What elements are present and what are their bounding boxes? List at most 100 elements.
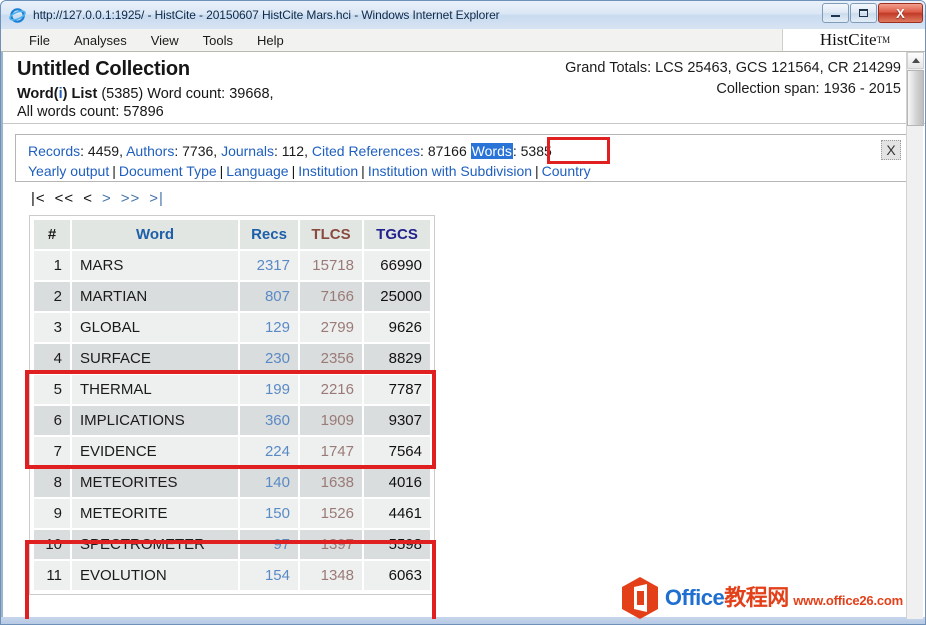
pager-next[interactable]: > <box>102 190 121 207</box>
word-list-table: # Word Recs TLCS TGCS 1 MARS 2317 15718 6699… <box>32 218 432 592</box>
cell-rank: 11 <box>34 561 70 590</box>
link-language[interactable]: Language <box>226 163 288 179</box>
cell-word[interactable]: SURFACE <box>72 344 238 373</box>
menu-bar: File Analyses View Tools Help HistCite TM <box>1 29 925 52</box>
table-row[interactable]: 2 MARTIAN 807 7166 25000 <box>34 282 430 311</box>
link-institution-with-subdivision[interactable]: Institution with Subdivision <box>368 163 532 179</box>
cell-rank: 4 <box>34 344 70 373</box>
table-row[interactable]: 9 METEORITE 150 1526 4461 <box>34 499 430 528</box>
menu-item-tools[interactable]: Tools <box>191 31 245 50</box>
table-header-row: # Word Recs TLCS TGCS <box>34 220 430 249</box>
word-list-suffix: ) List <box>62 86 98 102</box>
close-window-button[interactable]: X <box>878 3 923 23</box>
page-header: Untitled Collection Word(i) List (5385) … <box>3 52 925 124</box>
cell-word[interactable]: GLOBAL <box>72 313 238 342</box>
link-document-type[interactable]: Document Type <box>119 163 217 179</box>
scrollbar-thumb[interactable] <box>907 70 924 126</box>
cell-word[interactable]: MARS <box>72 251 238 280</box>
grand-totals-block: Grand Totals: LCS 25463, GCS 121564, CR … <box>565 58 901 100</box>
pager-prev-block[interactable]: << <box>55 190 84 207</box>
records-label[interactable]: Records <box>28 143 80 159</box>
words-value: 5385 <box>520 143 552 159</box>
cell-tlcs: 7166 <box>300 282 362 311</box>
cell-recs[interactable]: 2317 <box>240 251 298 280</box>
cell-tlcs: 1638 <box>300 468 362 497</box>
vertical-scrollbar[interactable] <box>906 52 924 619</box>
journals-value: 112, <box>281 143 308 159</box>
cell-word[interactable]: SPECTROMETER <box>72 530 238 559</box>
table-row[interactable]: 4 SURFACE 230 2356 8829 <box>34 344 430 373</box>
table-row[interactable]: 11 EVOLUTION 154 1348 6063 <box>34 561 430 590</box>
cell-rank: 6 <box>34 406 70 435</box>
minimize-button[interactable] <box>822 3 849 23</box>
window-controls: X <box>822 3 923 23</box>
pager-next-block[interactable]: >> <box>121 190 150 207</box>
cell-recs[interactable]: 154 <box>240 561 298 590</box>
authors-label[interactable]: Authors <box>126 143 174 159</box>
cell-word[interactable]: METEORITES <box>72 468 238 497</box>
cell-recs[interactable]: 230 <box>240 344 298 373</box>
cell-recs[interactable]: 97 <box>240 530 298 559</box>
cell-rank: 3 <box>34 313 70 342</box>
table-row[interactable]: 7 EVIDENCE 224 1747 7564 <box>34 437 430 466</box>
cell-tgcs: 9626 <box>364 313 430 342</box>
column-header-recs[interactable]: Recs <box>240 220 298 249</box>
menu-item-view[interactable]: View <box>139 31 191 50</box>
statistics-panel: Records: 4459, Authors: 7736, Journals: … <box>15 134 909 182</box>
window-bottom-chrome <box>1 617 925 624</box>
menu-item-file[interactable]: File <box>17 31 62 50</box>
cell-word[interactable]: EVOLUTION <box>72 561 238 590</box>
table-row[interactable]: 5 THERMAL 199 2216 7787 <box>34 375 430 404</box>
table-row[interactable]: 1 MARS 2317 15718 66990 <box>34 251 430 280</box>
maximize-button[interactable] <box>850 3 877 23</box>
cell-tgcs: 9307 <box>364 406 430 435</box>
column-header-rank[interactable]: # <box>34 220 70 249</box>
scroll-up-button[interactable] <box>907 52 924 69</box>
pager-first[interactable]: |< <box>31 190 55 207</box>
cell-word[interactable]: IMPLICATIONS <box>72 406 238 435</box>
table-row[interactable]: 10 SPECTROMETER 97 1397 5598 <box>34 530 430 559</box>
table-row[interactable]: 8 METEORITES 140 1638 4016 <box>34 468 430 497</box>
collection-span: Collection span: 1936 - 2015 <box>716 81 901 98</box>
table-row[interactable]: 6 IMPLICATIONS 360 1909 9307 <box>34 406 430 435</box>
cell-rank: 7 <box>34 437 70 466</box>
cell-recs[interactable]: 129 <box>240 313 298 342</box>
window-title: http://127.0.0.1:1925/ - HistCite - 2015… <box>33 8 500 22</box>
cell-word[interactable]: METEORITE <box>72 499 238 528</box>
cell-recs[interactable]: 150 <box>240 499 298 528</box>
menu-item-analyses[interactable]: Analyses <box>62 31 139 50</box>
pager-last[interactable]: >| <box>149 190 173 207</box>
cell-recs[interactable]: 807 <box>240 282 298 311</box>
cell-word[interactable]: EVIDENCE <box>72 437 238 466</box>
cell-recs[interactable]: 224 <box>240 437 298 466</box>
cell-recs[interactable]: 360 <box>240 406 298 435</box>
column-header-tlcs[interactable]: TLCS <box>300 220 362 249</box>
words-label[interactable]: Words <box>470 143 513 159</box>
link-country[interactable]: Country <box>542 163 591 179</box>
cell-tgcs: 25000 <box>364 282 430 311</box>
column-header-word[interactable]: Word <box>72 220 238 249</box>
link-yearly-output[interactable]: Yearly output <box>28 163 109 179</box>
cell-tgcs: 6063 <box>364 561 430 590</box>
cell-tgcs: 66990 <box>364 251 430 280</box>
cell-word[interactable]: THERMAL <box>72 375 238 404</box>
cell-tlcs: 1348 <box>300 561 362 590</box>
cited-references-label[interactable]: Cited References <box>312 143 420 159</box>
menu-item-help[interactable]: Help <box>245 31 296 50</box>
table-row[interactable]: 3 GLOBAL 129 2799 9626 <box>34 313 430 342</box>
cell-recs[interactable]: 140 <box>240 468 298 497</box>
grand-totals: Grand Totals: LCS 25463, GCS 121564, CR … <box>565 60 901 76</box>
journals-label[interactable]: Journals <box>221 143 274 159</box>
cell-tgcs: 8829 <box>364 344 430 373</box>
cell-word[interactable]: MARTIAN <box>72 282 238 311</box>
close-panel-button[interactable]: X <box>881 140 901 160</box>
cell-tgcs: 4461 <box>364 499 430 528</box>
records-value: 4459, <box>87 143 123 159</box>
link-institution[interactable]: Institution <box>298 163 358 179</box>
pager-prev[interactable]: < <box>83 190 102 207</box>
cell-rank: 2 <box>34 282 70 311</box>
column-header-tgcs[interactable]: TGCS <box>364 220 430 249</box>
cell-recs[interactable]: 199 <box>240 375 298 404</box>
cell-tgcs: 7564 <box>364 437 430 466</box>
word-list-table-container: # Word Recs TLCS TGCS 1 MARS 2317 15718 6699… <box>29 215 435 595</box>
